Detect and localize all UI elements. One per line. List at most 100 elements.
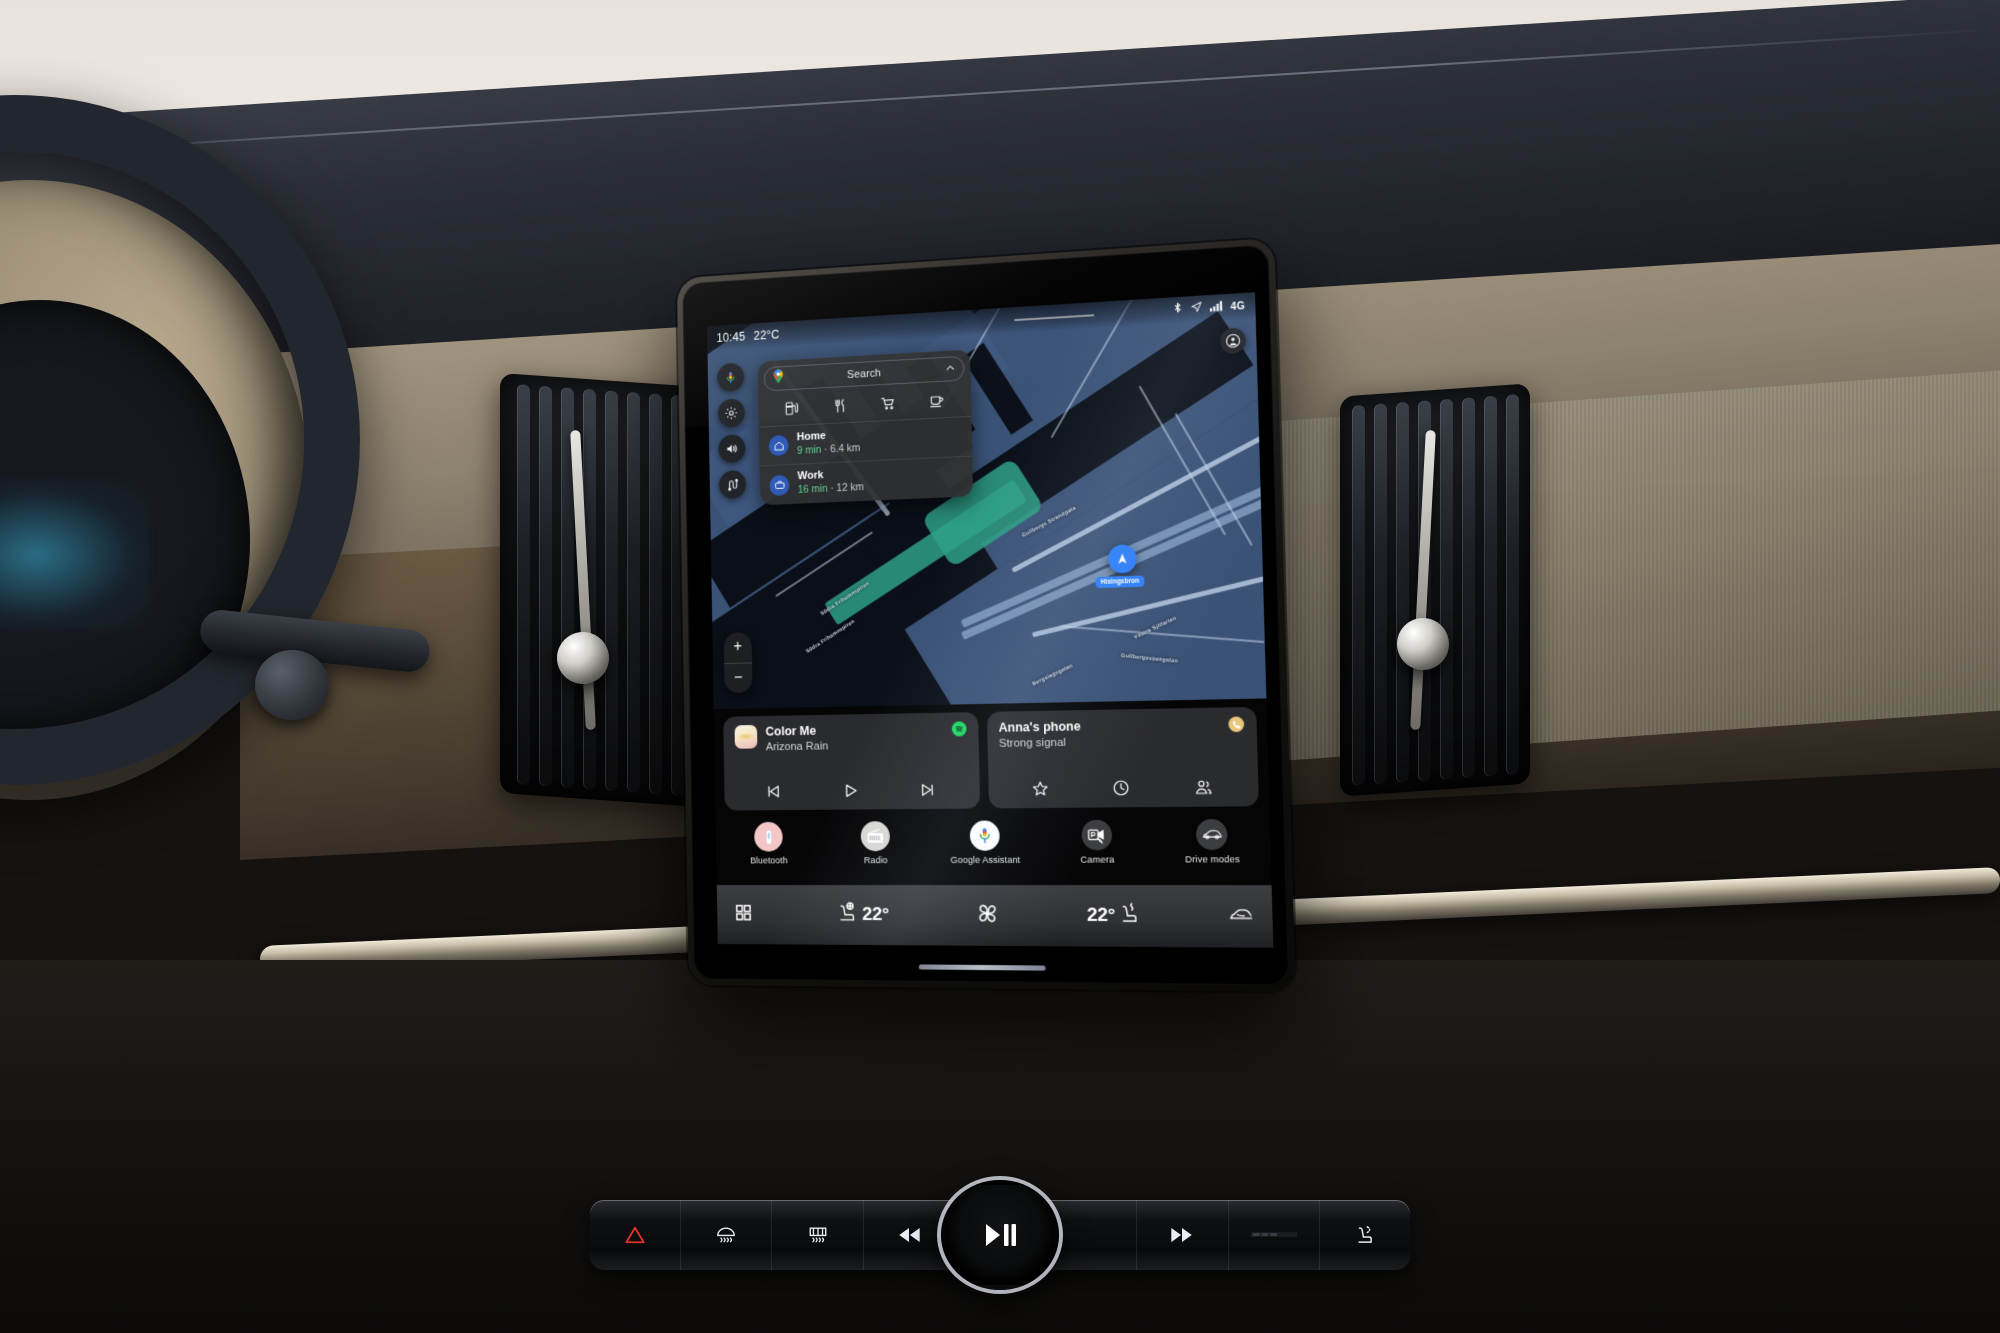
favorites-star-button[interactable] <box>1026 777 1055 800</box>
network-type-label: 4G <box>1230 300 1246 313</box>
contacts-button[interactable] <box>1189 776 1219 799</box>
hazard-lights-button[interactable] <box>590 1200 682 1270</box>
passenger-temperature-control[interactable]: 22° <box>1087 901 1138 931</box>
clock: 10:45 <box>716 329 746 345</box>
media-controls <box>735 773 967 802</box>
destination-text: Home 9 min · 6.4 km <box>797 428 861 458</box>
recent-calls-button[interactable] <box>1107 777 1136 800</box>
zoom-in-button[interactable]: + <box>723 632 753 664</box>
app-label: Bluetooth <box>750 855 788 866</box>
center-console-button-panel <box>590 1180 1410 1290</box>
destination-time: 16 min <box>797 482 828 496</box>
maps-search-panel[interactable]: Search Home 9 min · 6.4 km Work 16 min ·… <box>757 349 974 506</box>
drive-modes-car-icon <box>1195 818 1228 851</box>
search-bar[interactable]: Search <box>763 355 965 392</box>
apps-grid-button[interactable] <box>734 902 753 927</box>
settings-gear-button[interactable] <box>717 398 746 428</box>
work-briefcase-icon <box>769 474 790 496</box>
camera-icon <box>1081 819 1113 851</box>
home-icon <box>768 435 789 457</box>
media-card-header: Color Me Arizona Rain <box>734 721 967 755</box>
stalk-knob[interactable] <box>255 650 329 720</box>
destination-eta: 9 min · 6.4 km <box>797 442 860 458</box>
driver-temperature-value: 22° <box>862 904 890 926</box>
climate-control-bar: 22° 22° <box>716 885 1274 948</box>
zoom-out-button[interactable]: − <box>724 663 753 693</box>
restaurant-icon[interactable] <box>828 396 851 417</box>
next-track-button[interactable] <box>914 779 942 801</box>
app-drive-modes[interactable]: Drive modes <box>1154 818 1272 865</box>
app-google-assistant[interactable]: Google Assistant <box>929 820 1041 865</box>
previous-track-button[interactable] <box>760 781 787 803</box>
location-arrow-icon <box>1190 300 1203 319</box>
cards-row: Color Me Arizona Rain Anna's phone Stron… <box>713 698 1270 819</box>
destination-distance: 6.4 km <box>830 441 861 456</box>
coffee-cup-icon[interactable] <box>925 390 949 411</box>
center-infotainment-display[interactable]: Södra Frihamnspiren Södra Frihamnspiren … <box>676 237 1296 992</box>
next-track-button[interactable] <box>1137 1200 1229 1270</box>
play-button[interactable] <box>836 780 863 802</box>
vent-blades <box>1346 394 1524 786</box>
signal-bars-icon <box>1209 298 1224 317</box>
vent-blades <box>506 383 694 796</box>
speaker-grille <box>1229 1200 1320 1270</box>
outside-temperature: 22°C <box>753 327 780 343</box>
vent-control-knob-right[interactable] <box>1397 618 1449 670</box>
front-defrost-button[interactable] <box>681 1200 773 1270</box>
fan-speed-button[interactable] <box>975 901 999 930</box>
media-card[interactable]: Color Me Arizona Rain <box>723 712 980 811</box>
destination-time: 9 min <box>796 443 822 457</box>
app-bluetooth[interactable]: Bluetooth <box>716 821 822 866</box>
route-overview-button[interactable] <box>718 469 747 500</box>
destination-eta: 16 min · 12 km <box>798 481 864 497</box>
display-screen[interactable]: Södra Frihamnspiren Södra Frihamnspiren … <box>707 292 1274 948</box>
windshield-defrost-button[interactable] <box>1228 904 1254 928</box>
gas-station-icon[interactable] <box>780 398 803 419</box>
google-assistant-icon <box>969 820 1000 851</box>
destination-separator: · <box>827 482 837 495</box>
destination-separator: · <box>821 443 831 456</box>
google-maps-pin-icon <box>772 369 785 389</box>
radio-icon <box>860 821 891 852</box>
bluetooth-icon <box>1172 301 1184 320</box>
phone-status: Strong signal <box>998 736 1067 750</box>
home-indicator[interactable] <box>918 964 1046 971</box>
spotify-icon <box>951 721 967 737</box>
play-pause-knob[interactable] <box>941 1180 1059 1290</box>
passenger-temperature-value: 22° <box>1086 904 1116 927</box>
car-interior-scene: Södra Frihamnspiren Södra Frihamnspiren … <box>0 0 2000 1333</box>
app-radio[interactable]: Radio <box>821 821 930 865</box>
chevron-up-icon[interactable] <box>945 360 956 378</box>
rear-defrost-button[interactable] <box>772 1200 864 1270</box>
panel-spacer <box>1046 1200 1138 1270</box>
app-label: Drive modes <box>1184 854 1240 865</box>
driver-temperature-control[interactable]: 22° <box>836 900 889 929</box>
bluetooth-icon <box>754 821 783 852</box>
driver-seat-heat-icon <box>836 900 858 929</box>
album-art <box>734 724 758 749</box>
navigation-arrow-icon <box>1107 544 1137 574</box>
app-label: Google Assistant <box>950 854 1021 866</box>
current-location-marker[interactable]: Hisingsbron <box>1095 544 1145 589</box>
app-shortcuts-row: Bluetooth Radio Google Assistant Camera … <box>715 814 1272 886</box>
passenger-seat-heat-icon <box>1120 901 1138 931</box>
phone-card[interactable]: Anna's phone Strong signal <box>986 706 1259 809</box>
air-vent-left[interactable] <box>500 373 700 807</box>
app-label: Radio <box>863 855 888 866</box>
vent-control-knob-left[interactable] <box>557 632 609 684</box>
search-input[interactable]: Search <box>791 364 938 384</box>
app-camera[interactable]: Camera <box>1040 819 1155 865</box>
google-assistant-mic-button[interactable] <box>716 362 745 393</box>
volume-speaker-button[interactable] <box>718 434 746 464</box>
grocery-cart-icon[interactable] <box>876 393 899 414</box>
destination-distance: 12 km <box>836 481 864 495</box>
phone-titles: Anna's phone Strong signal <box>998 717 1219 752</box>
marker-label: Hisingsbron <box>1095 575 1145 589</box>
destination-text: Work 16 min · 12 km <box>797 468 864 498</box>
map-zoom-controls[interactable]: + − <box>723 632 753 694</box>
display-bezel: Södra Frihamnspiren Södra Frihamnspiren … <box>682 244 1290 986</box>
track-artist: Arizona Rain <box>765 740 829 753</box>
media-titles: Color Me Arizona Rain <box>765 722 943 755</box>
phone-card-header: Anna's phone Strong signal <box>998 716 1245 752</box>
rear-seat-button[interactable] <box>1320 1200 1410 1270</box>
